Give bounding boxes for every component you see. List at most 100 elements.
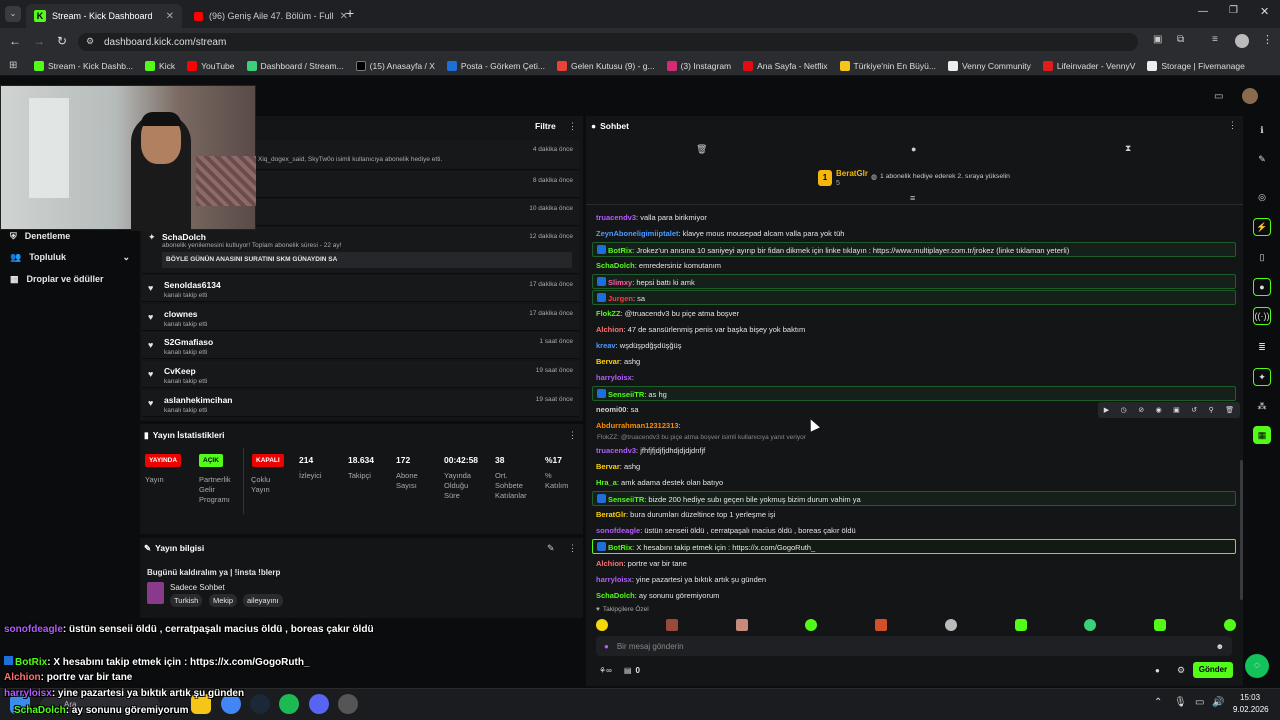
- chat-username[interactable]: kreav: [596, 341, 616, 350]
- chat-username[interactable]: harryloisx: [596, 575, 632, 584]
- timeout-icon[interactable]: ◷: [1121, 406, 1127, 414]
- send-button[interactable]: Gönder: [1193, 662, 1233, 678]
- filter-button[interactable]: Filtre: [535, 121, 556, 131]
- chat-username[interactable]: SchaDolch: [596, 261, 635, 270]
- phone-icon[interactable]: ▯: [1253, 248, 1271, 266]
- volume-icon[interactable]: 🔊: [1212, 697, 1224, 708]
- new-tab-button[interactable]: +: [346, 5, 354, 21]
- chat-message[interactable]: SenseiiTR: as hg: [592, 386, 1236, 401]
- emote-icon[interactable]: [665, 619, 678, 631]
- chat-message[interactable]: Alchion: 47 de sansürlenmiş penis var ba…: [592, 322, 1236, 337]
- chat-message[interactable]: Jurgen: sa: [592, 290, 1236, 305]
- bookmark-kick-dashboard[interactable]: Stream - Kick Dashb...: [34, 60, 133, 71]
- user-avatar[interactable]: [1242, 88, 1258, 104]
- chat-message[interactable]: Alchion: portre var bir tane: [592, 556, 1236, 571]
- chat-username[interactable]: SenseiiTR: [608, 495, 644, 504]
- chat-bubble-icon[interactable]: ●: [911, 144, 916, 154]
- chat-fab-button[interactable]: ◌: [1245, 654, 1269, 678]
- chat-message[interactable]: Abdurrahman12312313:: [592, 418, 1236, 433]
- chat-username[interactable]: Slimxy: [608, 278, 632, 287]
- emoji-icon[interactable]: ☻: [1216, 642, 1224, 651]
- chat-message[interactable]: Hra_a: amk adama destek olan batıyo: [592, 475, 1236, 490]
- chat-username[interactable]: ZeynAboneligimiiptalet: [596, 229, 679, 238]
- back-icon[interactable]: ←: [9, 34, 21, 48]
- emote-icon[interactable]: [944, 619, 957, 631]
- chat-message[interactable]: BeratGlr: bura durumları düzeltince top …: [592, 507, 1236, 522]
- chat-message[interactable]: SenseiiTR: bizde 200 hediye subı geçen b…: [592, 491, 1236, 506]
- chat-username[interactable]: harryloisx: [596, 373, 632, 382]
- chat-username[interactable]: SenseiiTR: [608, 390, 644, 399]
- extension-icon[interactable]: ▣: [1153, 34, 1162, 45]
- chat-username[interactable]: BeratGlr: [596, 510, 626, 519]
- chat-message[interactable]: ZeynAboneligimiiptalet: klavye mous mous…: [592, 226, 1236, 241]
- chat-username[interactable]: Bervar: [596, 462, 620, 471]
- close-window-icon[interactable]: ✕: [1260, 5, 1269, 18]
- chat-message[interactable]: harryloisx:: [592, 370, 1236, 385]
- steam-icon[interactable]: [250, 694, 270, 714]
- chat-input[interactable]: ● Bir mesaj gönderin ☻: [596, 636, 1232, 656]
- microphone-icon[interactable]: 🎙: [1174, 697, 1187, 708]
- chat-username[interactable]: Jurgen: [608, 294, 633, 303]
- chat-message[interactable]: truacendv3: jfhfjfjdjfjdhdjdjdjdnfjf: [592, 443, 1236, 458]
- spotify-icon[interactable]: [279, 694, 299, 714]
- chat-icon[interactable]: ●: [1253, 278, 1271, 296]
- puzzle-icon[interactable]: ⧉: [1177, 34, 1184, 45]
- chat-username[interactable]: Bervar: [596, 357, 620, 366]
- minimize-icon[interactable]: —: [1198, 6, 1208, 17]
- emote-icon[interactable]: [1223, 619, 1236, 631]
- emote-icon[interactable]: [805, 619, 818, 631]
- play-icon[interactable]: ▶: [1104, 406, 1109, 414]
- trash-icon[interactable]: 🗑: [696, 144, 707, 155]
- address-bar[interactable]: ⚙ dashboard.kick.com/stream: [78, 33, 1138, 51]
- bookmark-x[interactable]: (15) Anasayfa / X: [355, 60, 435, 71]
- chat-message[interactable]: kreav: wşdüşpdğşdüşğüş: [592, 338, 1236, 353]
- bookmark-kick[interactable]: Kick: [145, 60, 175, 71]
- nodes-icon[interactable]: ⁂: [1253, 397, 1271, 415]
- bookmark-lifeinvader[interactable]: Lifeinvader - VennyV: [1042, 60, 1135, 71]
- capture-icon[interactable]: ◎: [1253, 188, 1271, 206]
- chat-message[interactable]: SchaDolch: emredersiniz komutanım: [592, 258, 1236, 273]
- stack-icon[interactable]: ≣: [1253, 338, 1271, 356]
- reload-icon[interactable]: ↻: [57, 34, 67, 48]
- pen-icon[interactable]: ✎: [1253, 150, 1271, 168]
- wrench-icon[interactable]: ✦: [1253, 368, 1271, 386]
- layout-icon[interactable]: ▭: [1214, 91, 1223, 102]
- chat-message[interactable]: sonofdeagle: üstün senseii öldü , cerrat…: [592, 523, 1236, 538]
- broadcast-icon[interactable]: ((·)): [1253, 307, 1271, 325]
- chat-username[interactable]: sonofdeagle: [596, 526, 640, 535]
- bookmark-posta[interactable]: Posta - Görkem Çeti...: [446, 60, 545, 71]
- chat-message[interactable]: truacendv3: valla para birikmiyor: [592, 210, 1236, 225]
- chat-username[interactable]: neomi00: [596, 405, 626, 414]
- chat-message[interactable]: SchaDolch: ay sonunu göremiyorum: [592, 588, 1236, 603]
- lightning-icon[interactable]: ⚡: [1253, 218, 1271, 236]
- more-icon[interactable]: ⋮: [568, 543, 577, 554]
- apps-icon[interactable]: ⊞: [9, 60, 17, 71]
- more-icon[interactable]: ⋮: [1228, 120, 1237, 131]
- gear-icon[interactable]: ⚙: [1177, 665, 1185, 676]
- chat-message[interactable]: BotRix: X hesabını takip etmek için : ht…: [592, 539, 1236, 554]
- chat-message[interactable]: FlokZZ: @truacendv3 bu piçe atma boşver: [592, 306, 1236, 321]
- chest-icon[interactable]: ▤: [624, 666, 632, 675]
- more-icon[interactable]: ⋮: [568, 430, 577, 441]
- app-icon[interactable]: [338, 694, 358, 714]
- profile-avatar[interactable]: [1235, 34, 1249, 48]
- edit-icon[interactable]: ✎: [547, 543, 555, 554]
- bookmark-instagram[interactable]: (3) Instagram: [666, 60, 731, 71]
- sidebar-item-droplar[interactable]: ▦ Droplar ve ödüller: [10, 270, 104, 288]
- chat-username[interactable]: truacendv3: [596, 213, 636, 222]
- bookmark-youtube[interactable]: YouTube: [187, 60, 235, 71]
- collapse-handle[interactable]: ≡: [910, 193, 915, 203]
- hourglass-icon[interactable]: ⧗: [1125, 143, 1131, 154]
- discord-icon[interactable]: [309, 694, 329, 714]
- chat-username[interactable]: Hra_a: [596, 478, 617, 487]
- emote-icon[interactable]: [875, 619, 888, 631]
- tab-list-button[interactable]: ⌄: [5, 6, 21, 22]
- chat-message[interactable]: Bervar: ashg: [592, 459, 1236, 474]
- chat-settings-icon[interactable]: ●: [1155, 666, 1160, 675]
- chat-username[interactable]: SchaDolch: [596, 591, 635, 600]
- emote-icon[interactable]: [1084, 619, 1097, 631]
- chat-message[interactable]: harryloisx: yine pazartesi ya bıktık art…: [592, 572, 1236, 587]
- bookmark-turkiye[interactable]: Türkiye'nin En Büyü...: [839, 60, 936, 71]
- chat-username[interactable]: Alchion: [596, 559, 624, 568]
- chat-username[interactable]: truacendv3: [596, 446, 636, 455]
